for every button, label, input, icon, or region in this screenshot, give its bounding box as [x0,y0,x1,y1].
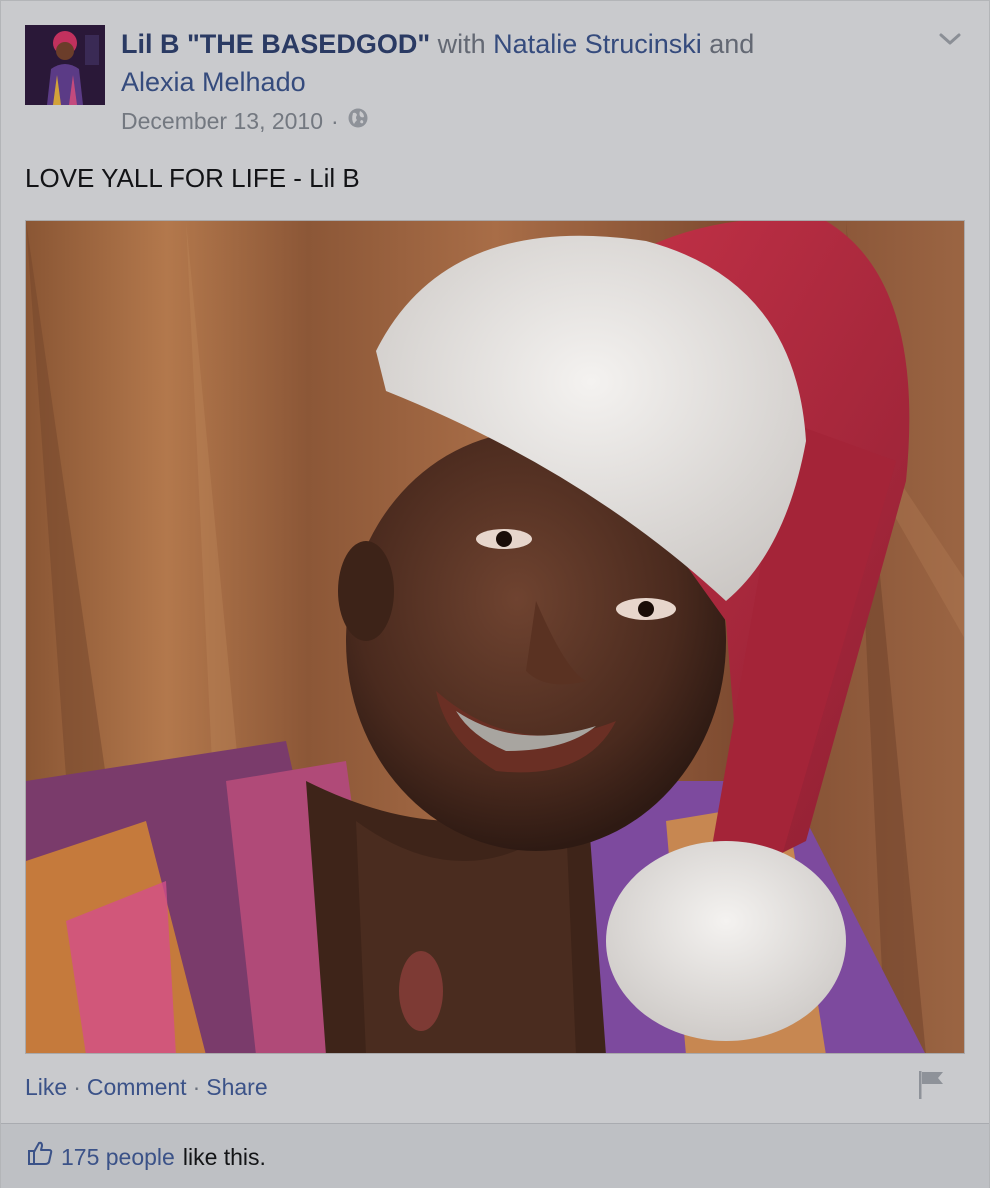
post-meta: December 13, 2010 · [121,105,369,137]
likes-summary: 175 people like this. [27,1140,266,1174]
feed-post: Lil B "THE BASEDGOD" with Natalie Struci… [0,0,990,1188]
likes-count-link[interactable]: 175 people [61,1141,175,1173]
globe-icon[interactable] [347,105,369,137]
action-separator: · [192,1074,201,1100]
chevron-down-icon[interactable] [937,29,963,49]
likes-suffix: like this. [182,1144,266,1170]
thumbs-up-icon [27,1140,53,1174]
post-actions: Like · Comment · Share [25,1071,268,1103]
author-avatar[interactable] [25,25,105,105]
post-header: Lil B "THE BASEDGOD" with Natalie Struci… [121,25,754,63]
tagged-user-link-2[interactable]: Alexia Melhado [121,67,306,97]
post-date-link[interactable]: December 13, 2010 [121,105,323,137]
comment-link[interactable]: Comment [87,1071,187,1103]
flag-icon[interactable] [913,1067,949,1103]
likes-summary-bar: 175 people like this. [1,1123,989,1188]
with-text: with [437,29,486,59]
and-text: and [709,29,755,59]
share-link[interactable]: Share [206,1071,267,1103]
like-link[interactable]: Like [25,1071,67,1103]
post-photo[interactable] [25,220,965,1054]
action-separator: · [73,1074,81,1100]
meta-separator: · [331,108,339,134]
tagged-user-link[interactable]: Natalie Strucinski [493,29,702,59]
post-header-continued: Alexia Melhado [121,63,306,101]
author-name-link[interactable]: Lil B "THE BASEDGOD" [121,29,430,59]
post-status-text: LOVE YALL FOR LIFE - Lil B [25,163,360,193]
